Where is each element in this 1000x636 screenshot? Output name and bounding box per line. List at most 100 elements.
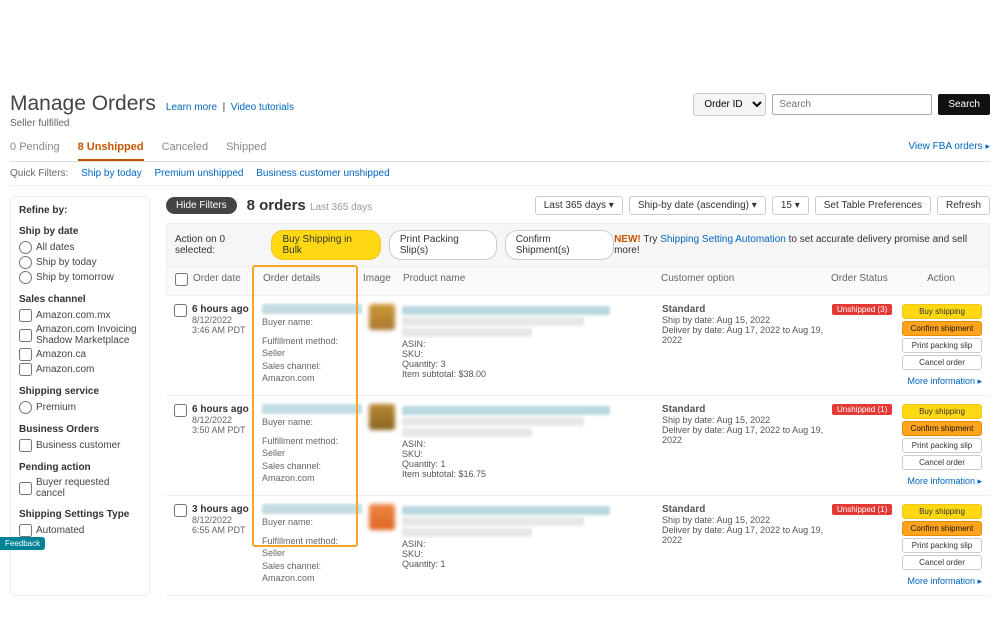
- refine-label: Refine by:: [19, 205, 141, 216]
- confirm-shipment-button[interactable]: Confirm shipment: [902, 321, 982, 336]
- refresh-button[interactable]: Refresh: [937, 196, 990, 215]
- order-time: 3:46 AM PDT: [192, 325, 262, 335]
- quantity: Quantity: 1: [402, 559, 662, 569]
- cancel-order-button[interactable]: Cancel order: [902, 355, 982, 370]
- sort-select[interactable]: Ship-by date (ascending) ▾: [629, 196, 766, 215]
- opt-ship-tomorrow[interactable]: Ship by tomorrow: [19, 271, 141, 284]
- qf-premium-unshipped[interactable]: Premium unshipped: [155, 168, 244, 179]
- shipping-automation-promo: NEW! Try Shipping Setting Automation to …: [614, 234, 981, 256]
- opt-business-customer[interactable]: Business customer: [19, 439, 141, 452]
- deliver-by-date: Deliver by date: Aug 17, 2022 to Aug 19,…: [662, 525, 832, 545]
- qf-ship-today[interactable]: Ship by today: [81, 168, 142, 179]
- opt-buyer-cancel[interactable]: Buyer requested cancel: [19, 477, 141, 499]
- row-checkbox[interactable]: [174, 404, 187, 417]
- opt-ship-today[interactable]: Ship by today: [19, 256, 141, 269]
- select-all-checkbox[interactable]: [175, 273, 188, 286]
- chevron-right-icon: ▸: [985, 141, 990, 151]
- order-time: 6:55 AM PDT: [192, 525, 262, 535]
- opt-all-dates[interactable]: All dates: [19, 241, 141, 254]
- group-pending-action: Pending action: [19, 462, 141, 473]
- row-checkbox[interactable]: [174, 304, 187, 317]
- buy-shipping-button[interactable]: Buy shipping: [902, 404, 982, 419]
- confirm-shipments-button[interactable]: Confirm Shipment(s): [505, 230, 614, 260]
- feedback-tab[interactable]: Feedback: [0, 537, 45, 550]
- print-slips-button[interactable]: Print Packing Slip(s): [389, 230, 497, 260]
- table-prefs-button[interactable]: Set Table Preferences: [815, 196, 931, 215]
- col-order-details: Order details: [263, 273, 363, 289]
- opt-premium[interactable]: Premium: [19, 401, 141, 414]
- order-row: 6 hours ago 8/12/2022 3:46 AM PDT Buyer …: [166, 296, 990, 396]
- print-slip-button[interactable]: Print packing slip: [902, 538, 982, 553]
- product-thumbnail: [369, 504, 395, 530]
- deliver-by-date: Deliver by date: Aug 17, 2022 to Aug 19,…: [662, 425, 832, 445]
- order-ago: 6 hours ago: [192, 304, 262, 315]
- search-input[interactable]: [772, 94, 932, 115]
- customer-option-title: Standard: [662, 504, 832, 515]
- order-id-link[interactable]: [262, 304, 362, 314]
- sales-channel: Sales channel: Amazon.com: [262, 460, 362, 485]
- order-range: Last 365 days: [310, 202, 372, 213]
- deliver-by-date: Deliver by date: Aug 17, 2022 to Aug 19,…: [662, 325, 832, 345]
- opt-automated[interactable]: Automated: [19, 524, 141, 537]
- search-button[interactable]: Search: [938, 94, 990, 115]
- more-info-link[interactable]: More information ▸: [902, 576, 982, 587]
- opt-amazon-ca[interactable]: Amazon.ca: [19, 348, 141, 361]
- asin-label: ASIN:: [402, 539, 662, 549]
- order-id-link[interactable]: [262, 404, 362, 414]
- order-date: 8/12/2022: [192, 315, 262, 325]
- search-type-select[interactable]: Order ID: [693, 93, 766, 116]
- col-order-date: Order date: [193, 273, 263, 289]
- sku-label: SKU:: [402, 449, 662, 459]
- product-title-blur: [402, 506, 610, 515]
- print-slip-button[interactable]: Print packing slip: [902, 438, 982, 453]
- quantity: Quantity: 3: [402, 359, 662, 369]
- order-row: 3 hours ago 8/12/2022 6:55 AM PDT Buyer …: [166, 496, 990, 596]
- quick-filters-label: Quick Filters:: [10, 168, 68, 179]
- buy-shipping-button[interactable]: Buy shipping: [902, 304, 982, 319]
- opt-amazon-com[interactable]: Amazon.com: [19, 363, 141, 376]
- subtotal: Item subtotal: $16.75: [402, 469, 662, 479]
- col-customer: Customer option: [661, 273, 831, 289]
- tab-unshipped[interactable]: 8 Unshipped: [78, 137, 144, 161]
- range-select[interactable]: Last 365 days ▾: [535, 196, 623, 215]
- order-id-link[interactable]: [262, 504, 362, 514]
- tab-pending[interactable]: 0 Pending: [10, 137, 60, 161]
- opt-invoicing-shadow[interactable]: Amazon.com Invoicing Shadow Marketplace: [19, 324, 141, 346]
- fulfillment-method: Fulfillment method: Seller: [262, 435, 362, 460]
- cancel-order-button[interactable]: Cancel order: [902, 455, 982, 470]
- more-info-link[interactable]: More information ▸: [902, 376, 982, 387]
- view-fba-link[interactable]: View FBA orders ▸: [908, 141, 990, 158]
- order-ago: 6 hours ago: [192, 404, 262, 415]
- col-action: Action: [901, 273, 981, 289]
- video-tutorials-link[interactable]: Video tutorials: [231, 102, 294, 113]
- product-thumbnail: [369, 404, 395, 430]
- ship-by-date: Ship by date: Aug 15, 2022: [662, 515, 832, 525]
- page-size-select[interactable]: 15 ▾: [772, 196, 809, 215]
- more-info-link[interactable]: More information ▸: [902, 476, 982, 487]
- buyer-name-label: Buyer name:: [262, 516, 362, 529]
- buy-shipping-bulk-button[interactable]: Buy Shipping in Bulk: [271, 230, 380, 260]
- group-shipping-service: Shipping service: [19, 386, 141, 397]
- col-image: Image: [363, 273, 403, 289]
- product-title-blur: [402, 306, 610, 315]
- buyer-name-label: Buyer name:: [262, 316, 362, 329]
- order-time: 3:50 AM PDT: [192, 425, 262, 435]
- ship-by-date: Ship by date: Aug 15, 2022: [662, 415, 832, 425]
- confirm-shipment-button[interactable]: Confirm shipment: [902, 521, 982, 536]
- group-ship-date: Ship by date: [19, 226, 141, 237]
- tab-canceled[interactable]: Canceled: [162, 137, 208, 161]
- shipping-automation-link[interactable]: Shipping Setting Automation: [660, 234, 786, 245]
- print-slip-button[interactable]: Print packing slip: [902, 338, 982, 353]
- qf-business-unshipped[interactable]: Business customer unshipped: [256, 168, 389, 179]
- sales-channel: Sales channel: Amazon.com: [262, 560, 362, 585]
- learn-more-link[interactable]: Learn more: [166, 102, 217, 113]
- row-checkbox[interactable]: [174, 504, 187, 517]
- hide-filters-button[interactable]: Hide Filters: [166, 197, 237, 214]
- opt-amazon-mx[interactable]: Amazon.com.mx: [19, 309, 141, 322]
- cancel-order-button[interactable]: Cancel order: [902, 555, 982, 570]
- buy-shipping-button[interactable]: Buy shipping: [902, 504, 982, 519]
- quantity: Quantity: 1: [402, 459, 662, 469]
- tab-shipped[interactable]: Shipped: [226, 137, 266, 161]
- status-badge: Unshipped (1): [832, 504, 892, 515]
- confirm-shipment-button[interactable]: Confirm shipment: [902, 421, 982, 436]
